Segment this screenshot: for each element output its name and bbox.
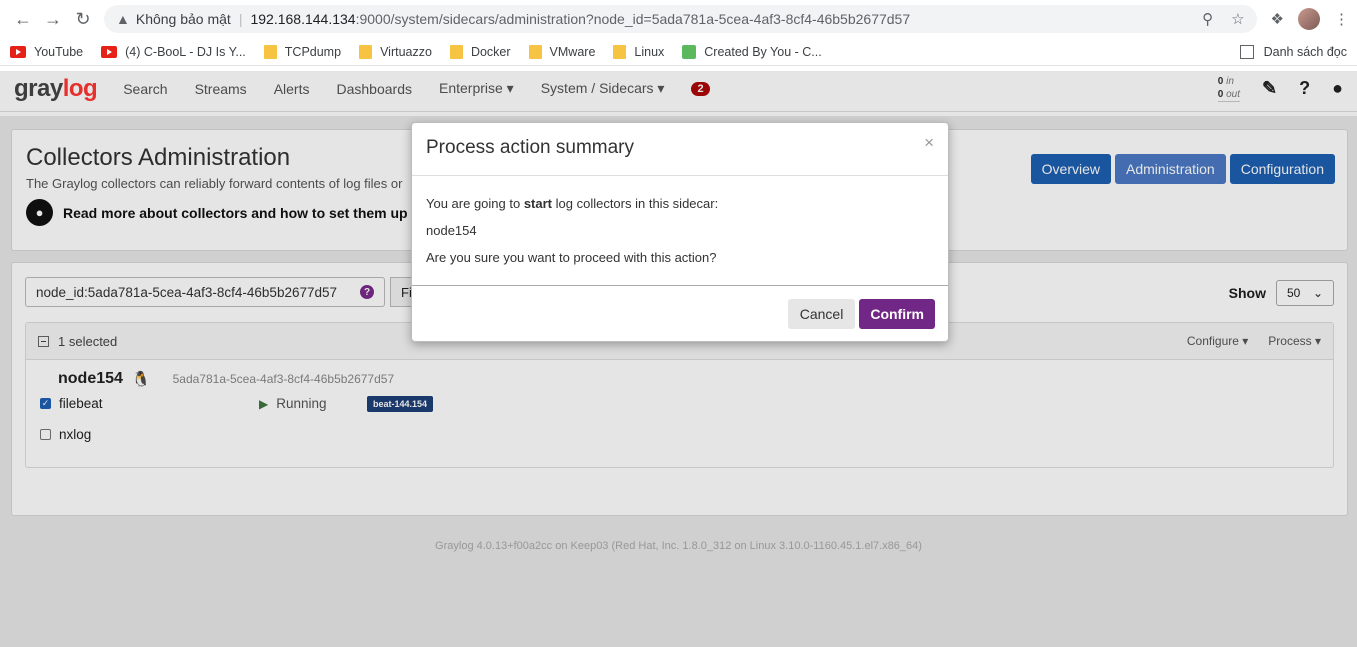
warning-icon: ▲ [116, 11, 130, 27]
url-host: 192.168.144.134 [250, 11, 356, 27]
bookmarks-bar: YouTube (4) C-BooL - DJ Is Y... TCPdump … [0, 38, 1357, 66]
modal-body: You are going to start log collectors in… [412, 176, 948, 286]
folder-icon [613, 44, 627, 59]
bookmark-docker[interactable]: Docker [449, 44, 511, 59]
youtube-icon [10, 45, 26, 58]
process-action-modal: Process action summary × You are going t… [411, 122, 949, 342]
back-icon[interactable]: ← [8, 4, 38, 34]
bookmark-youtube[interactable]: YouTube [10, 45, 83, 59]
zoom-icon[interactable]: ⚲ [1202, 10, 1213, 28]
folder-icon [359, 44, 373, 59]
url-path: :9000/system/sidecars/administration?nod… [355, 11, 911, 27]
cancel-button[interactable]: Cancel [787, 299, 856, 329]
folder-icon [449, 44, 463, 59]
confirm-button[interactable]: Confirm [859, 299, 935, 329]
confirmation-question: Are you sure you want to proceed with th… [426, 250, 717, 265]
divider: | [238, 11, 243, 27]
profile-avatar[interactable] [1298, 8, 1320, 30]
action-description: You are going to start log collectors in… [426, 196, 719, 211]
bookmark-linux[interactable]: Linux [613, 44, 664, 59]
menu-icon[interactable]: ⋮ [1334, 10, 1349, 28]
page-icon [682, 44, 697, 59]
modal-title: Process action summary [426, 137, 635, 158]
address-bar[interactable]: ▲ Không bảo mật | 192.168.144.134:9000/s… [104, 5, 1257, 33]
insecure-label: Không bảo mật [135, 11, 231, 27]
bookmark-vmware[interactable]: VMware [528, 44, 595, 59]
reading-list[interactable]: Danh sách đọc [1239, 44, 1347, 59]
browser-toolbar: ← → ↻ ▲ Không bảo mật | 192.168.144.134:… [0, 0, 1357, 38]
extensions-icon[interactable]: ❖ [1271, 10, 1284, 28]
folder-icon [528, 44, 542, 59]
forward-icon[interactable]: → [38, 4, 68, 34]
reading-list-icon [1239, 44, 1254, 59]
target-node: node154 [426, 223, 477, 238]
bookmark-tcpdump[interactable]: TCPdump [263, 44, 341, 59]
reload-icon[interactable]: ↻ [68, 4, 98, 34]
bookmark-created-by-you[interactable]: Created By You - C... [682, 44, 822, 59]
bookmark-cbool[interactable]: (4) C-BooL - DJ Is Y... [101, 45, 246, 59]
youtube-icon [101, 45, 118, 58]
bookmark-virtuazzo[interactable]: Virtuazzo [359, 44, 432, 59]
star-icon[interactable]: ☆ [1231, 10, 1244, 28]
folder-icon [263, 44, 277, 59]
close-icon[interactable]: × [924, 133, 934, 153]
